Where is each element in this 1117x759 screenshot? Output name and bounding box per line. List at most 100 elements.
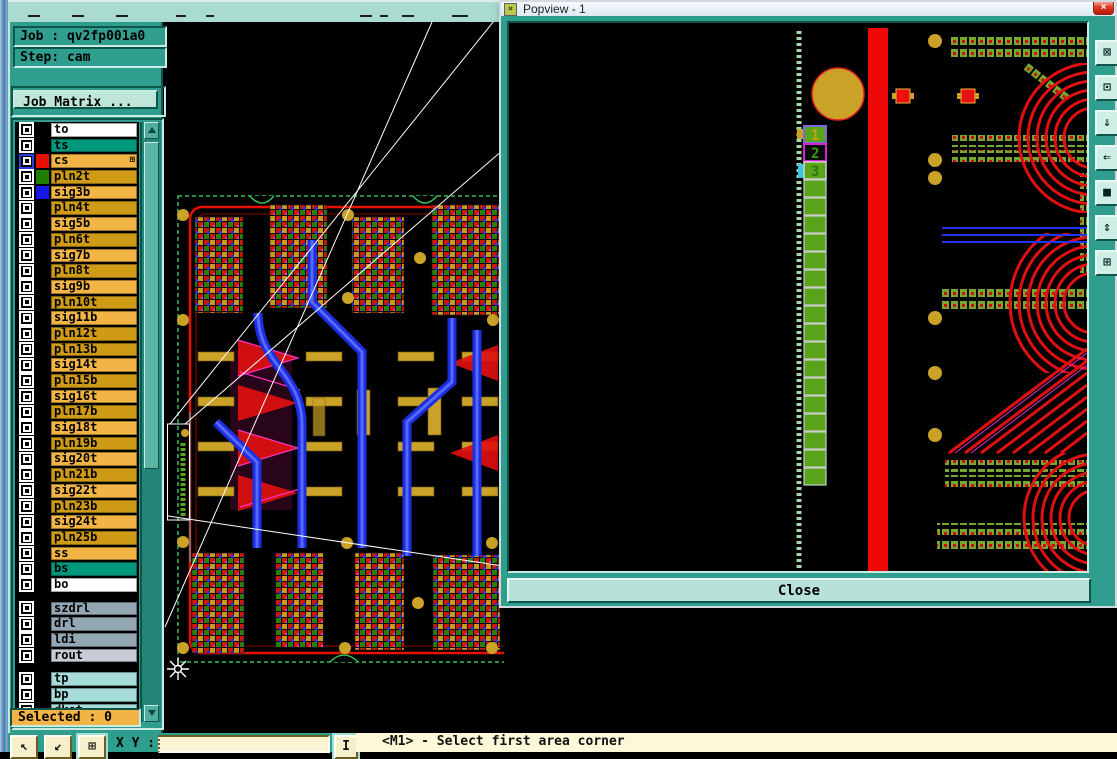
layer-row-bs[interactable]: bs <box>15 561 139 577</box>
popview-close-button[interactable]: Close <box>507 578 1091 603</box>
fit-view-button[interactable]: ■ <box>1095 180 1117 206</box>
layer-visibility-checkbox[interactable] <box>19 467 34 483</box>
layer-color-swatch[interactable] <box>36 633 49 647</box>
layer-visibility-checkbox[interactable] <box>19 600 34 616</box>
layer-visibility-checkbox[interactable] <box>19 404 34 420</box>
scrollbar-thumb[interactable] <box>144 142 159 469</box>
layer-row-bo[interactable]: bo <box>15 576 139 593</box>
layer-color-swatch[interactable] <box>36 515 49 529</box>
layer-visibility-checkbox[interactable] <box>19 451 34 467</box>
layer-row-pln2t[interactable]: pln2t <box>15 169 139 185</box>
layer-color-swatch[interactable] <box>36 452 49 467</box>
menu-item-mark[interactable] <box>206 15 214 17</box>
layer-visibility-checkbox[interactable] <box>19 577 34 593</box>
layer-color-swatch[interactable] <box>36 374 49 388</box>
layer-color-swatch[interactable] <box>36 688 49 702</box>
scroll-up-arrow[interactable] <box>144 122 159 139</box>
layer-visibility-checkbox[interactable] <box>19 200 34 216</box>
zoom-box-button[interactable]: ⊠ <box>1095 40 1117 66</box>
layer-row-sig5b[interactable]: sig5b <box>15 216 139 232</box>
layer-visibility-checkbox[interactable] <box>19 294 34 310</box>
zoom-area-button[interactable]: ⊡ <box>1095 75 1117 101</box>
layer-visibility-checkbox[interactable] <box>19 357 34 373</box>
layer-visibility-checkbox[interactable] <box>19 616 34 632</box>
layer-color-swatch[interactable] <box>36 389 49 404</box>
layer-color-swatch[interactable] <box>36 326 49 341</box>
layer-row-sig18t[interactable]: sig18t <box>15 420 139 436</box>
layer-visibility-checkbox[interactable] <box>19 530 34 546</box>
popview-pcb-view[interactable]: 1 2 3 <box>507 21 1095 573</box>
layer-color-swatch[interactable] <box>36 601 49 616</box>
layer-color-swatch[interactable] <box>36 672 49 687</box>
layer-visibility-checkbox[interactable] <box>19 648 34 664</box>
layer-visibility-checkbox[interactable] <box>19 420 34 436</box>
menu-item-mark[interactable] <box>380 15 388 17</box>
layer-row-sig16t[interactable]: sig16t <box>15 388 139 405</box>
menu-item-mark[interactable] <box>360 15 372 17</box>
scroll-vertical-button[interactable]: ⇕ <box>1095 215 1117 241</box>
layer-color-swatch[interactable] <box>36 499 49 514</box>
layer-color-swatch[interactable] <box>36 468 49 482</box>
layer-visibility-checkbox[interactable] <box>19 279 34 295</box>
layer-row-bp[interactable]: bp <box>15 687 139 703</box>
layer-row-pln8t[interactable]: pln8t <box>15 263 139 279</box>
layer-color-swatch[interactable] <box>36 279 49 294</box>
layer-visibility-checkbox[interactable] <box>19 389 34 405</box>
xy-coordinate-input[interactable] <box>158 735 330 753</box>
menu-item-mark[interactable] <box>28 15 40 17</box>
layer-row-pln21b[interactable]: pln21b <box>15 467 139 483</box>
layer-visibility-checkbox[interactable] <box>19 341 34 357</box>
layer-row-sig20t[interactable]: sig20t <box>15 451 139 468</box>
layer-color-swatch[interactable] <box>36 483 49 498</box>
layer-visibility-checkbox[interactable] <box>19 185 34 201</box>
layer-visibility-checkbox[interactable] <box>19 326 34 342</box>
menu-item-mark[interactable] <box>116 15 128 17</box>
layer-row-drl[interactable]: drl <box>15 616 139 632</box>
layer-color-swatch[interactable] <box>36 358 49 372</box>
layer-visibility-checkbox[interactable] <box>19 373 34 389</box>
layer-row-rout[interactable]: rout <box>15 647 139 664</box>
layer-list-scrollbar[interactable] <box>140 122 161 722</box>
menu-item-mark[interactable] <box>402 15 414 17</box>
job-matrix-button[interactable]: Job Matrix ... <box>13 90 158 110</box>
layer-color-swatch[interactable] <box>36 342 49 357</box>
layer-visibility-checkbox[interactable] <box>19 169 34 185</box>
layer-row-ldi[interactable]: ldi <box>15 632 139 648</box>
layer-color-swatch[interactable] <box>36 123 49 137</box>
layer-visibility-checkbox[interactable] <box>19 216 34 232</box>
layer-color-swatch[interactable] <box>36 648 49 663</box>
layer-color-swatch[interactable] <box>36 295 49 310</box>
layer-color-swatch[interactable] <box>36 436 49 451</box>
layer-row-pln15b[interactable]: pln15b <box>15 373 139 389</box>
layer-color-swatch[interactable] <box>36 232 49 247</box>
menu-item-mark[interactable] <box>72 15 84 17</box>
layer-row-pln23b[interactable]: pln23b <box>15 498 139 515</box>
layer-row-szdrl[interactable]: szdrl <box>15 600 139 617</box>
layer-row-tp[interactable]: tp <box>15 671 139 688</box>
pan-left-button[interactable]: ⇐ <box>1095 145 1117 171</box>
layer-color-swatch[interactable] <box>36 138 49 153</box>
layer-visibility-checkbox[interactable] <box>19 632 34 648</box>
layer-color-swatch[interactable] <box>36 530 49 545</box>
layer-visibility-checkbox[interactable] <box>19 247 34 263</box>
layer-visibility-checkbox[interactable] <box>19 310 34 326</box>
layer-color-swatch[interactable] <box>36 264 49 278</box>
zoom-window-button[interactable]: ⊞ <box>78 735 106 759</box>
layer-color-swatch[interactable] <box>36 421 49 435</box>
layer-row-sig22t[interactable]: sig22t <box>15 482 139 499</box>
layer-row-ts[interactable]: ts <box>15 137 139 154</box>
layer-color-swatch[interactable] <box>36 217 49 231</box>
layer-row-sig9b[interactable]: sig9b <box>15 278 139 295</box>
layer-row-pln12t[interactable]: pln12t <box>15 325 139 342</box>
layer-row-sig11b[interactable]: sig11b <box>15 310 139 326</box>
layer-visibility-checkbox[interactable] <box>19 122 34 138</box>
layer-row-sig3b[interactable]: sig3b <box>15 184 139 201</box>
layer-color-swatch[interactable] <box>36 154 49 169</box>
layer-visibility-checkbox[interactable] <box>19 687 34 703</box>
layer-row-sig24t[interactable]: sig24t <box>15 514 139 530</box>
pan-down-button[interactable]: ⇓ <box>1095 110 1117 136</box>
layer-visibility-checkbox[interactable] <box>19 483 34 499</box>
layer-color-swatch[interactable] <box>36 311 49 325</box>
layer-color-swatch[interactable] <box>36 248 49 263</box>
layer-color-swatch[interactable] <box>36 577 49 592</box>
